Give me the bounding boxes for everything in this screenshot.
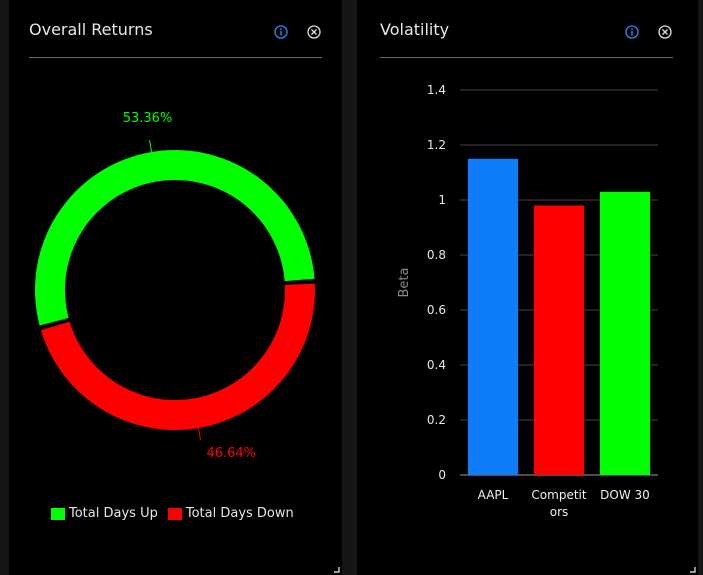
legend-swatch-down: [167, 507, 182, 520]
y-tick-label: 1.2: [427, 138, 446, 152]
donut-chart: 53.36% 46.64%: [34, 111, 316, 461]
y-tick-label: 0.6: [427, 303, 446, 317]
donut-data-label: 46.64%: [206, 446, 256, 461]
x-tick-label: Competit: [531, 488, 586, 502]
x-tick-label: ors: [550, 505, 569, 519]
y-tick-label: 0.4: [427, 358, 446, 372]
legend-label-up: Total Days Up: [69, 506, 158, 521]
bar-competitors[interactable]: [533, 205, 585, 476]
resize-grip-icon[interactable]: [334, 567, 340, 573]
overall-returns-panel: Overall Returns 53.36% 46.64% Total Days …: [9, 0, 342, 575]
y-tick-label: 0.8: [427, 248, 446, 262]
donut-slice-up[interactable]: [34, 150, 315, 326]
volatility-panel: Volatility 0 0.2 0.4 0.6 0.8 1 1.2 1.4 Beta AAPL C…: [357, 0, 698, 575]
donut-label-connector: [197, 427, 201, 440]
resize-grip-icon[interactable]: [690, 567, 696, 573]
bar-aapl[interactable]: [467, 158, 519, 475]
bar-dow-30[interactable]: [599, 191, 651, 475]
y-tick-label: 1: [438, 193, 446, 207]
donut-legend: Total Days Up Total Days Down: [51, 506, 304, 521]
y-tick-label: 0.2: [427, 413, 446, 427]
legend-label-down: Total Days Down: [185, 506, 294, 521]
x-tick-label: DOW 30: [600, 488, 650, 502]
y-axis-label: Beta: [397, 268, 412, 298]
donut-slice-down[interactable]: [40, 283, 316, 431]
bar-chart: 0 0.2 0.4 0.6 0.8 1 1.2 1.4 Beta AAPL Competit ors D…: [397, 83, 658, 519]
legend-swatch-up: [51, 507, 65, 520]
y-tick-label: 1.4: [427, 83, 446, 97]
legend-item-down[interactable]: Total Days Down: [167, 506, 294, 521]
donut-label-connector: [149, 140, 153, 153]
y-tick-label: 0: [438, 468, 446, 482]
x-tick-label: AAPL: [478, 488, 509, 502]
donut-data-label: 53.36%: [123, 111, 173, 126]
legend-item-up[interactable]: Total Days Up: [51, 506, 158, 521]
